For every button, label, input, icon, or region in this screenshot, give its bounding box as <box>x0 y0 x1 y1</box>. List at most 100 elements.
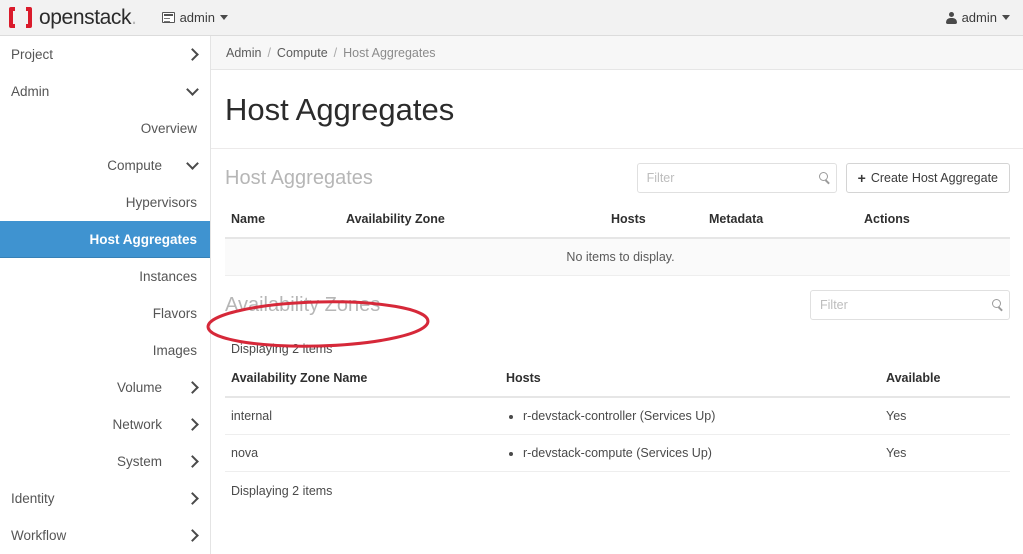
project-selector-label: admin <box>179 10 215 25</box>
brand-label: openstack <box>39 5 132 29</box>
column-header-name: Name <box>225 206 340 239</box>
sidebar-item-overview[interactable]: Overview <box>0 110 210 147</box>
breadcrumb: Admin / Compute / Host Aggregates <box>211 36 1023 70</box>
sidebar-item-label: Overview <box>140 121 197 136</box>
brand-name: openstack. <box>39 6 137 30</box>
sidebar-item-label: Workflow <box>11 528 67 543</box>
availability-zones-section-title: Availability Zones <box>225 293 381 316</box>
sidebar-item-label: Compute <box>107 158 162 173</box>
availability-zones-table-head: Availability Zone Name Hosts Available <box>225 365 1010 398</box>
az-hosts-cell: r-devstack-controller (Services Up) <box>500 397 880 435</box>
sidebar-item-label: Images <box>152 343 197 358</box>
brand-logo[interactable]: openstack. <box>0 6 137 30</box>
project-list-icon <box>161 12 175 23</box>
sidebar-item-label: Identity <box>11 491 55 506</box>
az-name-cell: internal <box>225 397 500 435</box>
table-header-row: Name Availability Zone Hosts Metadata Ac… <box>225 206 1010 239</box>
column-header-metadata: Metadata <box>703 206 858 239</box>
sidebar-item-label: Network <box>112 417 162 432</box>
chevron-right-icon <box>186 381 199 394</box>
availability-zones-filter-input[interactable] <box>811 291 1009 319</box>
availability-zones-panel: Availability Zones Displaying 2 items Av… <box>211 276 1023 498</box>
sidebar-item-images[interactable]: Images <box>0 332 210 369</box>
main-content: Admin / Compute / Host Aggregates Host A… <box>211 36 1023 554</box>
sidebar-item-host-aggregates[interactable]: Host Aggregates <box>0 221 210 258</box>
empty-message: No items to display. <box>225 238 1010 276</box>
brand-dot: . <box>131 5 137 29</box>
az-available-cell: Yes <box>880 397 1010 435</box>
availability-zones-table: Availability Zone Name Hosts Available i… <box>225 365 1010 472</box>
column-header-az-name: Availability Zone Name <box>225 365 500 398</box>
sidebar-item-admin[interactable]: Admin <box>0 73 210 110</box>
breadcrumb-item-admin[interactable]: Admin <box>226 46 261 60</box>
user-menu[interactable]: admin <box>945 10 1023 25</box>
user-icon <box>945 11 957 24</box>
host-list-item: r-devstack-controller (Services Up) <box>523 409 880 423</box>
sidebar-item-hypervisors[interactable]: Hypervisors <box>0 184 210 221</box>
sidebar-item-label: System <box>116 454 162 469</box>
az-hosts-cell: r-devstack-compute (Services Up) <box>500 434 880 472</box>
create-host-aggregate-label: Create Host Aggregate <box>870 171 998 185</box>
sidebar-item-compute[interactable]: Compute <box>0 147 210 184</box>
chevron-right-icon <box>186 529 199 542</box>
host-aggregates-table-head: Name Availability Zone Hosts Metadata Ac… <box>225 206 1010 239</box>
sidebar-item-network[interactable]: Network <box>0 406 210 443</box>
breadcrumb-item-compute[interactable]: Compute <box>277 46 328 60</box>
host-aggregates-table: Name Availability Zone Hosts Metadata Ac… <box>225 206 1010 276</box>
openstack-logo-icon <box>9 7 32 28</box>
availability-zones-header: Availability Zones <box>225 276 1010 333</box>
sidebar-item-label: Flavors <box>152 306 197 321</box>
sidebar-item-system[interactable]: System <box>0 443 210 480</box>
breadcrumb-separator: / <box>333 45 338 60</box>
host-aggregates-table-body: No items to display. <box>225 238 1010 276</box>
user-menu-label: admin <box>961 10 997 25</box>
breadcrumb-item-current: Host Aggregates <box>343 45 436 60</box>
availability-zones-filter[interactable] <box>810 290 1010 320</box>
chevron-down-icon <box>186 83 199 96</box>
chevron-right-icon <box>186 492 199 505</box>
sidebar-item-label: Volume <box>116 380 162 395</box>
chevron-down-icon <box>220 15 228 20</box>
chevron-right-icon <box>186 455 199 468</box>
host-list-item: r-devstack-compute (Services Up) <box>523 446 880 460</box>
chevron-down-icon <box>186 157 199 170</box>
breadcrumb-separator: / <box>267 45 271 60</box>
table-header-row: Availability Zone Name Hosts Available <box>225 365 1010 398</box>
host-aggregates-panel: Host Aggregates + Create Host Aggregate … <box>211 149 1023 276</box>
availability-zones-count-top: Displaying 2 items <box>231 342 333 356</box>
create-host-aggregate-button[interactable]: + Create Host Aggregate <box>845 163 1010 193</box>
plus-icon: + <box>857 170 866 186</box>
sidebar-item-instances[interactable]: Instances <box>0 258 210 295</box>
availability-zones-count-bottom: Displaying 2 items <box>231 484 333 498</box>
az-name-cell: nova <box>225 434 500 472</box>
table-row: internal r-devstack-controller (Services … <box>225 397 1010 435</box>
column-header-availability-zone: Availability Zone <box>340 206 605 239</box>
page-title: Host Aggregates <box>211 70 1023 149</box>
host-list: r-devstack-compute (Services Up) <box>506 446 880 460</box>
host-aggregates-filter-input[interactable] <box>637 164 836 192</box>
sidebar-item-label: Admin <box>11 84 50 99</box>
table-row-empty: No items to display. <box>225 238 1010 276</box>
host-aggregates-filter[interactable] <box>636 163 837 193</box>
sidebar-item-flavors[interactable]: Flavors <box>0 295 210 332</box>
project-selector[interactable]: admin <box>161 10 228 25</box>
sidebar-item-workflow[interactable]: Workflow <box>0 517 210 554</box>
top-navbar: openstack. admin admin <box>0 0 1023 36</box>
column-header-actions: Actions <box>858 206 1010 239</box>
sidebar-item-label: Project <box>11 47 54 62</box>
availability-zones-table-body: internal r-devstack-controller (Services … <box>225 397 1010 472</box>
az-available-cell: Yes <box>880 434 1010 472</box>
column-header-hosts: Hosts <box>605 206 703 239</box>
chevron-right-icon <box>186 48 199 61</box>
sidebar-item-identity[interactable]: Identity <box>0 480 210 517</box>
sidebar-item-project[interactable]: Project <box>0 36 210 73</box>
host-aggregates-section-title: Host Aggregates <box>225 166 373 189</box>
sidebar-item-label: Instances <box>139 269 197 284</box>
column-header-available: Available <box>880 365 1010 398</box>
sidebar-nav: Project Admin Overview Compute Hypervisors Ho… <box>0 36 211 554</box>
sidebar-item-label: Hypervisors <box>125 195 197 210</box>
column-header-az-hosts: Hosts <box>500 365 880 398</box>
search-icon[interactable] <box>992 299 1001 308</box>
sidebar-item-volume[interactable]: Volume <box>0 369 210 406</box>
search-icon[interactable] <box>818 172 828 181</box>
